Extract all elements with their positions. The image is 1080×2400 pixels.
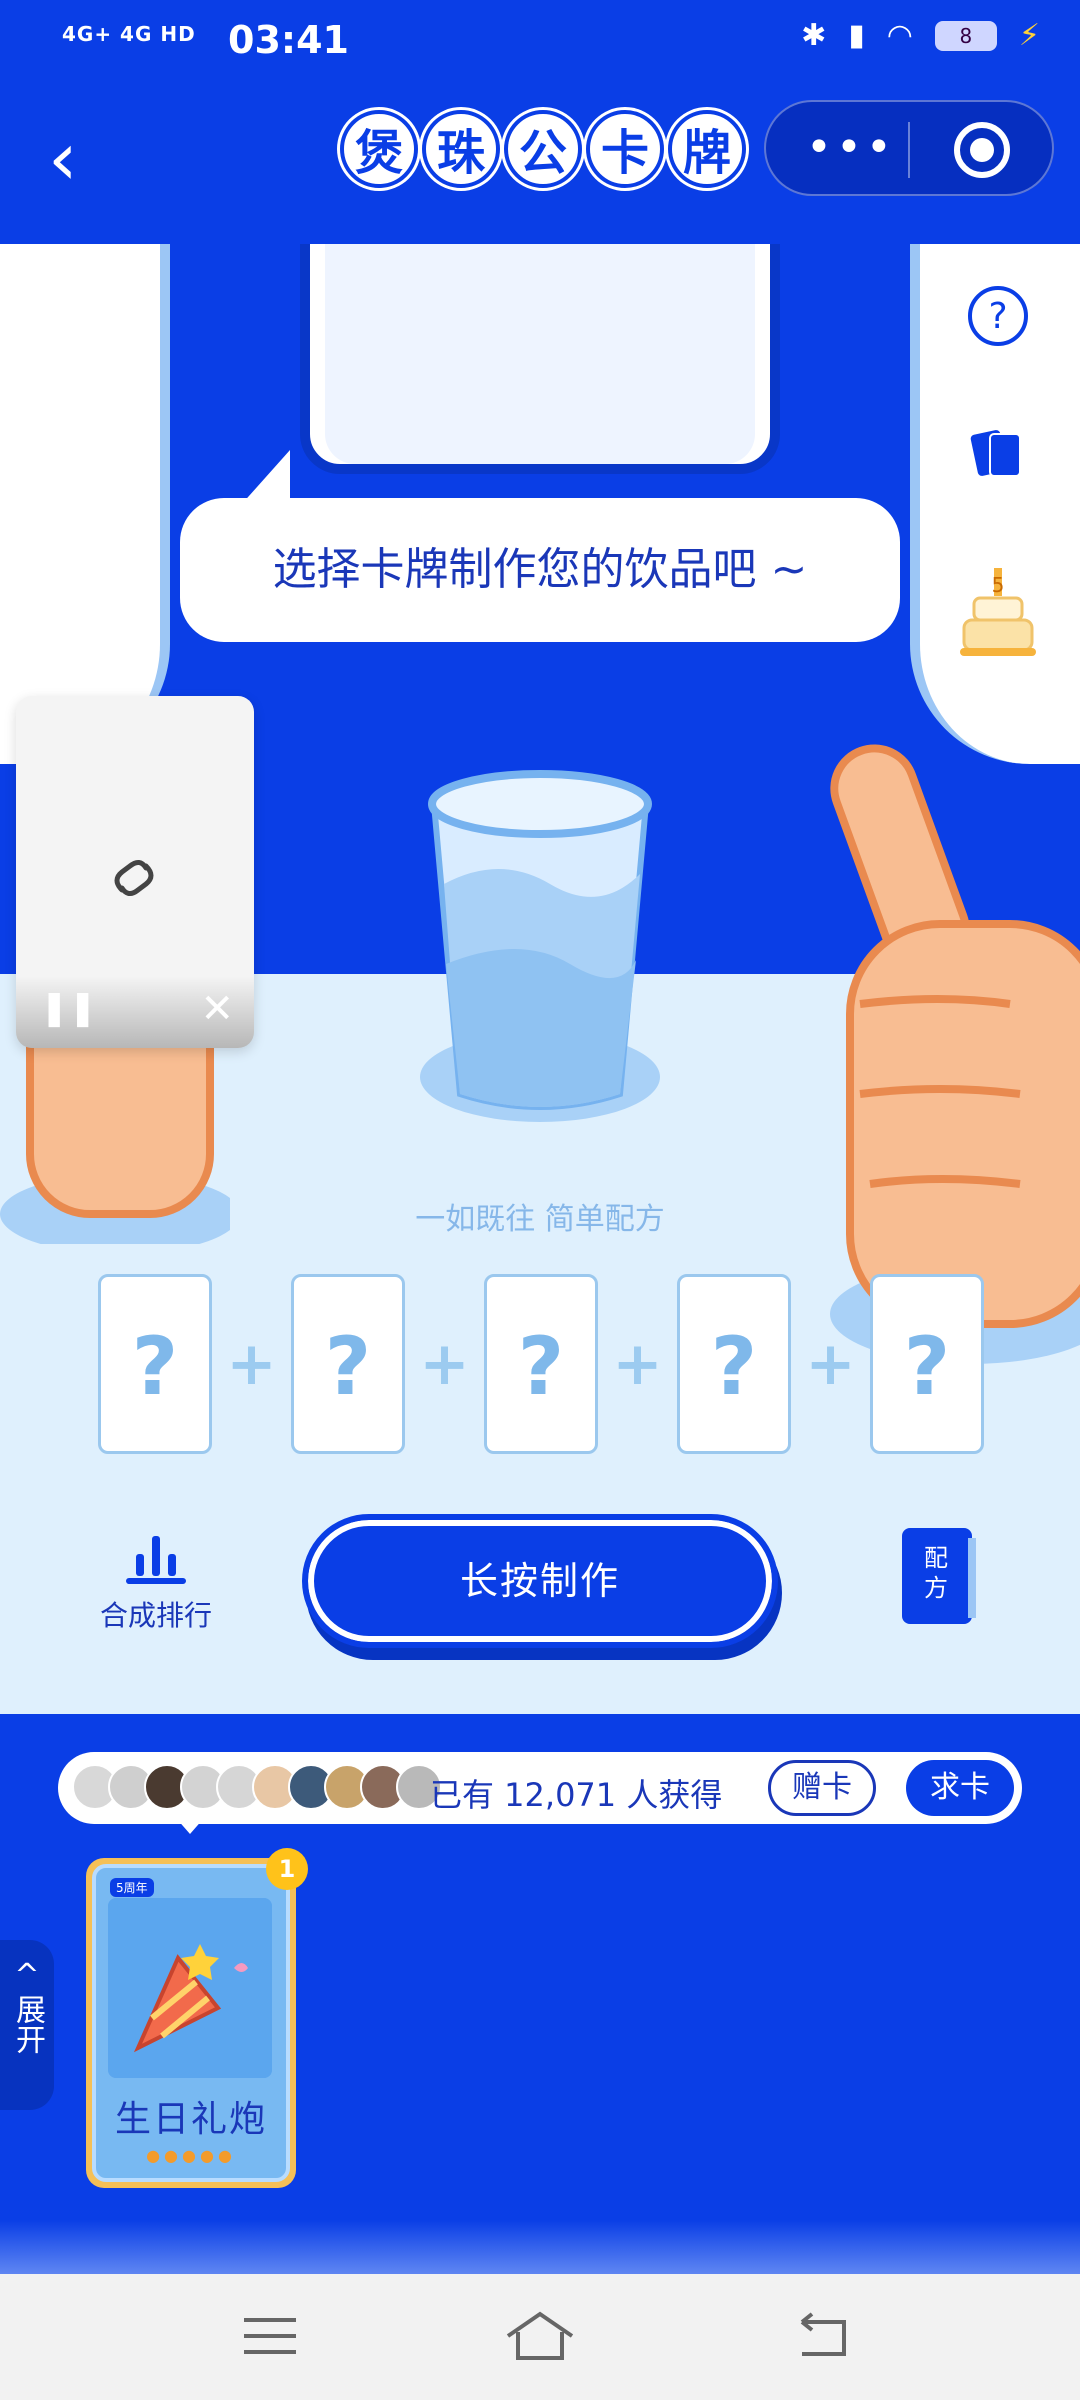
menu-icon[interactable] (230, 2304, 310, 2368)
history-cards-button[interactable]: 历史卡牌 (938, 426, 1058, 517)
title-char: 卡 (586, 110, 664, 188)
close-icon[interactable]: ✕ (200, 986, 234, 1032)
card-slot[interactable]: ? (291, 1274, 405, 1454)
gift-card-button[interactable]: 赠卡 (768, 1760, 876, 1816)
party-popper-icon (108, 1898, 272, 2078)
recipe-hint: 一如既往 简单配方 (415, 1202, 665, 1237)
activity-rules-label: 活动规则 (958, 358, 1038, 382)
long-press-make-button[interactable]: 长按制作 (302, 1514, 778, 1648)
signal-icons: 4G+ 4G HD (62, 22, 196, 46)
stats-pointer (176, 1818, 204, 1834)
card-count-badge: 1 (266, 1848, 308, 1890)
status-bar: 4G+ 4G HD 03:41 ✱ ▮ ◠ 8 ⚡ (0, 0, 1080, 84)
bluetooth-icon: ✱ (801, 18, 827, 53)
floating-window[interactable]: ❚❚ ✕ (16, 696, 254, 1048)
status-time: 03:41 (228, 18, 349, 62)
card-tag: 5周年 (110, 1878, 154, 1897)
request-card-button[interactable]: 求卡 (906, 1760, 1014, 1816)
title-char: 牌 (668, 110, 746, 188)
card-rarity-dots: ●●●●● (146, 2146, 236, 2165)
panel-glow (0, 2220, 1080, 2274)
card-name: 生日礼炮 (114, 2099, 267, 2140)
card-slot[interactable]: ? (98, 1274, 212, 1454)
birthday-cake-icon: 5 (960, 568, 1036, 656)
recipe-book-label-2: 方 (924, 1574, 948, 1602)
thumbs-up-illustration (830, 744, 1080, 1364)
plus-icon: + (805, 1329, 856, 1399)
history-cards-label: 历史卡牌 (958, 492, 1038, 516)
card-item[interactable]: 5周年 生日礼炮 ●●●●● (86, 1858, 296, 2188)
system-nav-bar (0, 2274, 1080, 2400)
apron-inner (325, 244, 755, 464)
wifi-icon: ◠ (886, 18, 913, 53)
nav-bar: ‹ 煲 珠 公 卡 牌 ••• (0, 84, 1080, 244)
link-icon (114, 860, 154, 896)
chevron-up-icon: ^ (14, 1958, 40, 1993)
miniprogram-capsule: ••• (764, 100, 1054, 196)
svg-text:?: ? (988, 296, 1007, 337)
expand-label: 展开 (10, 1994, 45, 2054)
activity-rules-button[interactable]: ? 活动规则 (938, 284, 1058, 383)
expand-button[interactable]: ^ 展开 (0, 1940, 54, 2110)
battery-icon: 8 (934, 20, 997, 51)
speech-bubble: 选择卡牌制作您的饮品吧 ~ (180, 498, 900, 642)
card-slots: ? + ? + ? + ? + ? (98, 1274, 984, 1454)
capsule-divider (908, 122, 910, 178)
charging-icon: ⚡ (1018, 18, 1040, 53)
recipe-book-button[interactable]: 配 方 (898, 1524, 978, 1628)
title-char: 公 (504, 110, 582, 188)
cards-icon (970, 430, 1021, 477)
question-icon: ? (968, 286, 1028, 346)
vibrate-icon: ▮ (848, 18, 865, 53)
card-slot[interactable]: ? (484, 1274, 598, 1454)
pause-icon[interactable]: ❚❚ (40, 988, 97, 1028)
back-nav-icon[interactable] (782, 2304, 862, 2368)
svg-text:5: 5 (992, 573, 1005, 597)
page-title: 煲 珠 公 卡 牌 (340, 110, 746, 188)
more-options-button[interactable]: ••• (806, 122, 896, 173)
close-miniprogram-button[interactable] (954, 122, 1010, 178)
back-icon[interactable]: ‹ (48, 114, 118, 204)
drink-cup (428, 770, 652, 1110)
card-slot[interactable]: ? (870, 1274, 984, 1454)
ranking-button[interactable]: 合成排行 (86, 1534, 226, 1634)
title-char: 珠 (422, 110, 500, 188)
stats-bar: 已有 12,071 人获得 赠卡 求卡 (58, 1752, 1022, 1824)
recipe-book-label-1: 配 (924, 1544, 948, 1572)
plus-icon: + (419, 1329, 470, 1399)
plus-icon: + (612, 1329, 663, 1399)
avatar-group (72, 1764, 442, 1810)
home-icon[interactable] (500, 2304, 580, 2368)
plus-icon: + (226, 1329, 277, 1399)
title-char: 煲 (340, 110, 418, 188)
ranking-label: 合成排行 (99, 1599, 212, 1632)
obtained-count: 已有 12,071 人获得 (430, 1776, 723, 1814)
ranking-icon (126, 1536, 186, 1584)
card-slot[interactable]: ? (677, 1274, 791, 1454)
left-sleeve (0, 244, 170, 764)
